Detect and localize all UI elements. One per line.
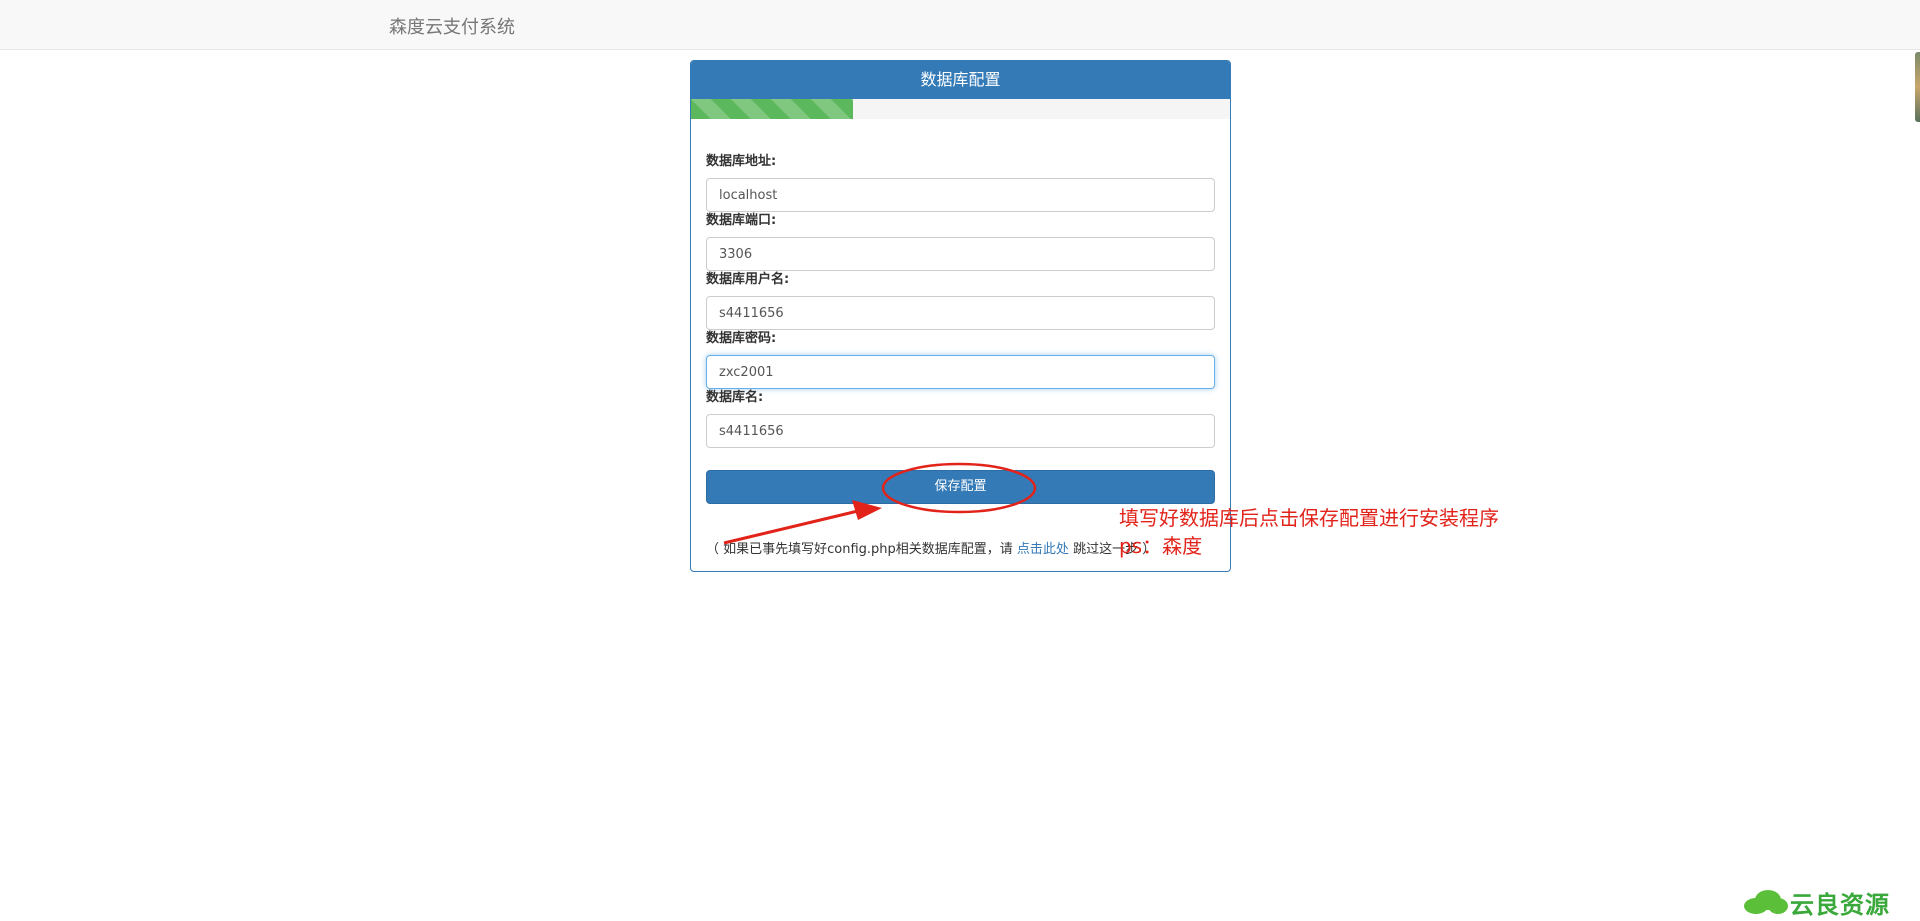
db-password-label: 数据库密码: bbox=[706, 331, 777, 346]
skip-note: （ 如果已事先填写好config.php相关数据库配置，请 点击此处 跳过这一步… bbox=[706, 538, 1155, 557]
install-progress-bar bbox=[691, 99, 853, 119]
brand-title[interactable]: 森度云支付系统 bbox=[389, 13, 515, 39]
cloud-icon bbox=[1744, 890, 1788, 914]
field-db-port: 数据库端口: bbox=[706, 212, 1215, 271]
side-widget[interactable] bbox=[1915, 52, 1920, 122]
watermark-logo: 云良资源网 bbox=[1742, 885, 1912, 919]
db-password-input[interactable] bbox=[706, 355, 1215, 389]
db-config-form: 数据库地址: 数据库端口: 数据库用户名: 数据库密码: 数据库名: bbox=[706, 153, 1215, 448]
skip-link[interactable]: 点击此处 bbox=[1017, 542, 1069, 557]
db-user-label: 数据库用户名: bbox=[706, 272, 790, 287]
field-db-name: 数据库名: bbox=[706, 389, 1215, 448]
db-port-input[interactable] bbox=[706, 237, 1215, 271]
watermark-text: 云良资源网 bbox=[1790, 891, 1890, 919]
top-navbar: 森度云支付系统 bbox=[0, 0, 1920, 50]
db-name-input[interactable] bbox=[706, 414, 1215, 448]
annotation-line-2: ps：森度 bbox=[1119, 534, 1203, 558]
db-port-label: 数据库端口: bbox=[706, 213, 777, 228]
db-name-label: 数据库名: bbox=[706, 390, 764, 405]
install-progress bbox=[691, 99, 1230, 119]
panel-title: 数据库配置 bbox=[691, 61, 1230, 99]
db-host-label: 数据库地址: bbox=[706, 154, 777, 169]
db-user-input[interactable] bbox=[706, 296, 1215, 330]
field-db-host: 数据库地址: bbox=[706, 153, 1215, 212]
db-config-panel: 数据库配置 数据库地址: 数据库端口: 数据库用户名: 数据库密码: 数据库名:… bbox=[690, 60, 1231, 572]
field-db-password: 数据库密码: bbox=[706, 330, 1215, 389]
db-host-input[interactable] bbox=[706, 178, 1215, 212]
skip-note-prefix: （ 如果已事先填写好config.php相关数据库配置，请 bbox=[706, 542, 1017, 557]
save-config-button[interactable]: 保存配置 bbox=[706, 470, 1215, 504]
annotation-line-1: 填写好数据库后点击保存配置进行安装程序 bbox=[1119, 506, 1499, 530]
field-db-user: 数据库用户名: bbox=[706, 271, 1215, 330]
